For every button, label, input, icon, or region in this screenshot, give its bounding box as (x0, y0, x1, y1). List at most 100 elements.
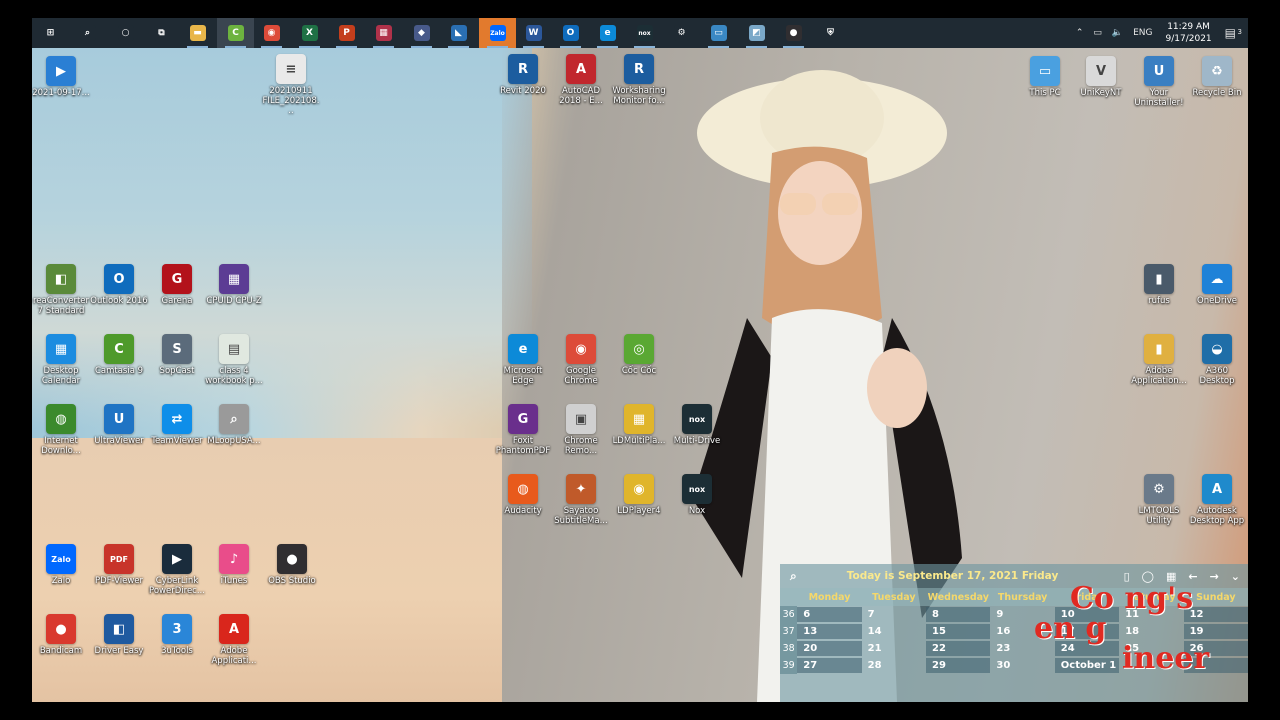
desktop-shortcut-microsoft-edge[interactable]: e Microsoft Edge (494, 334, 552, 386)
calendar-date-cell[interactable]: 15 (926, 624, 991, 639)
desktop-shortcut-label: Microsoft Edge (503, 366, 543, 386)
desktop-shortcut-worksharing-monitor[interactable]: R Worksharing Monitor fo... (610, 54, 668, 106)
desktop-shortcut-excel-workbook[interactable]: ▤ class 4 workbook p... (205, 334, 263, 386)
desktop-shortcut-coc-coc[interactable]: ◎ Cốc Cốc (610, 334, 668, 376)
desktop-shortcut-lmtools[interactable]: ⚙ LMTOOLS Utility (1130, 474, 1188, 526)
taskbar-zalo-button[interactable]: Zalo (479, 18, 516, 48)
desktop-shortcut-bandicam[interactable]: ● Bandicam (32, 614, 90, 656)
desktop-shortcut-autocad[interactable]: A AutoCAD 2018 - E... (552, 54, 610, 106)
desktop-shortcut-multi-drive[interactable]: nox Multi-Drive (668, 404, 726, 446)
desktop-shortcut-cyberlink[interactable]: ▶ CyberLink PowerDirec... (148, 544, 206, 596)
calendar-date-cell[interactable]: 6 (797, 607, 862, 622)
calendar-date-cell[interactable]: 22 (926, 641, 991, 656)
desktop-shortcut-obs-studio[interactable]: ● OBS Studio (263, 544, 321, 586)
calendar-date-cell[interactable]: 8 (926, 607, 991, 622)
calendar-search-icon[interactable]: ⌕ (780, 569, 807, 584)
desktop-shortcut-cpuid[interactable]: ▦ CPUID CPU-Z (205, 264, 263, 306)
recycle-bin-icon: ♻ (1202, 56, 1232, 86)
desktop-shortcut-pdf-viewer[interactable]: PDF PDF-Viewer (90, 544, 148, 586)
desktop-shortcut-foxit-phantompdf[interactable]: G Foxit PhantomPDF (494, 404, 552, 456)
desktop-shortcut-ultraviewer[interactable]: U UltraViewer (90, 404, 148, 446)
desktop-shortcut-reaconverter[interactable]: ◧ reaConverter 7 Standard (32, 264, 90, 316)
desktop-shortcut-a360-desktop[interactable]: ◒ A360 Desktop (1188, 334, 1246, 386)
calendar-date-cell[interactable]: 21 (862, 641, 926, 656)
volume-icon[interactable]: 🔈 (1107, 28, 1128, 38)
notifications-icon[interactable]: ▤ 3 (1220, 26, 1248, 40)
desktop-shortcut-this-pc[interactable]: ▭ This PC (1016, 56, 1074, 98)
desktop-shortcut-idm[interactable]: ◍ Internet Downlo... (32, 404, 90, 456)
desktop-shortcut-garena[interactable]: G Garena (148, 264, 206, 306)
desktop-shortcut-ldmultiplayer[interactable]: ▦ LDMultiPla... (610, 404, 668, 446)
taskbar-powerpoint-button[interactable]: P (328, 18, 365, 48)
desktop-shortcut-driver-easy[interactable]: ◧ Driver Easy (90, 614, 148, 656)
desktop-shortcut-desktop-calendar[interactable]: ▦ Desktop Calendar (32, 334, 90, 386)
desktop-shortcut-autodesk-desktop-app[interactable]: A Autodesk Desktop App (1188, 474, 1246, 526)
calendar-date-cell[interactable]: 13 (797, 624, 862, 639)
network-icon[interactable]: ▭ (1088, 28, 1107, 38)
desktop-shortcut-sopcast[interactable]: S SopCast (148, 334, 206, 376)
windows-start-icon: ⊞ (42, 25, 59, 41)
mloopusa-icon: ⌕ (219, 404, 249, 434)
desktop-shortcut-video-file[interactable]: ▶ 2021-09-17... (32, 56, 90, 98)
taskbar-edge-button[interactable]: e (589, 18, 626, 48)
taskbar-app3-button[interactable]: ◣ (440, 18, 477, 48)
cyberlink-icon: ▶ (162, 544, 192, 574)
desktop-shortcut-outlook-2016[interactable]: O Outlook 2016 (90, 264, 148, 306)
taskbar-app4-button[interactable]: ▭ (700, 18, 737, 48)
desktop-shortcut-itunes[interactable]: ♪ iTunes (205, 544, 263, 586)
desktop-shortcut-rufus[interactable]: ▮ rufus (1130, 264, 1188, 306)
week-number: 37 (780, 623, 798, 640)
calendar-date-cell[interactable]: 7 (862, 607, 926, 622)
desktop-shortcut-document-file[interactable]: ≡ 20210911 FILE_202108... (262, 54, 320, 116)
calendar-collapse-icon[interactable]: ⌄ (1231, 570, 1240, 583)
taskbar-obs-button[interactable]: ● (775, 18, 812, 48)
language-indicator[interactable]: ENG (1128, 28, 1157, 38)
taskbar-word-button[interactable]: W (515, 18, 552, 48)
taskbar-settings-gear-button[interactable]: ⚙ (663, 18, 700, 48)
clock[interactable]: 11:29 AM 9/17/2021 (1158, 21, 1220, 45)
taskbar-app5-button[interactable]: ◩ (738, 18, 775, 48)
taskbar-outlook-button[interactable]: O (552, 18, 589, 48)
taskbar-nox-button[interactable]: nox (626, 18, 663, 48)
desktop-shortcut-chrome-remote[interactable]: ▣ Chrome Remo... (552, 404, 610, 456)
taskbar-file-explorer-button[interactable]: ▬ (179, 18, 216, 48)
taskbar-security-shield-button[interactable]: ⛨ (812, 18, 849, 48)
desktop-shortcut-adobe-applicati[interactable]: A Adobe Applicati... (205, 614, 263, 666)
desktop-shortcut-google-chrome[interactable]: ◉ Google Chrome (552, 334, 610, 386)
desktop-shortcut-mloopusa[interactable]: ⌕ MLoopUSA... (205, 404, 263, 446)
calendar-date-cell[interactable]: 29 (926, 658, 991, 673)
desktop-shortcut-sayatoo[interactable]: ✦ Sayatoo SubtitleMa... (552, 474, 610, 526)
desktop-shortcut-your-uninstaller[interactable]: U Your Uninstaller! (1130, 56, 1188, 108)
desktop-shortcut-onedrive[interactable]: ☁ OneDrive (1188, 264, 1246, 306)
desktop-shortcut-recycle-bin[interactable]: ♻ Recycle Bin (1188, 56, 1246, 98)
desktop-shortcut-3utools[interactable]: 3 3uTools (148, 614, 206, 656)
desktop-shortcut-ldplayer[interactable]: ◉ LDPlayer4 (610, 474, 668, 516)
calendar-date-cell[interactable]: 14 (862, 624, 926, 639)
running-indicator (225, 46, 246, 48)
taskbar-chrome-button[interactable]: ◉ (253, 18, 290, 48)
taskbar-app2-button[interactable]: ◆ (403, 18, 440, 48)
desktop-shortcut-zalo-desktop[interactable]: Zalo Zalo (32, 544, 90, 586)
desktop-shortcut-nox-desktop[interactable]: nox Nox (668, 474, 726, 516)
calendar-date-cell[interactable]: 27 (797, 658, 862, 673)
desktop-shortcut-revit[interactable]: R Revit 2020 (494, 54, 552, 96)
desktop-shortcut-unikey[interactable]: V UniKeyNT (1072, 56, 1130, 98)
taskbar-cortana-button[interactable]: ○ (107, 18, 144, 48)
taskbar-app-button[interactable]: ▦ (365, 18, 402, 48)
taskbar-excel-button[interactable]: X (291, 18, 328, 48)
tray-chevron-icon[interactable]: ⌃ (1071, 28, 1089, 38)
desktop-shortcut-adobe-application[interactable]: ▮ Adobe Application... (1130, 334, 1188, 386)
calendar-date-cell[interactable]: 28 (862, 658, 926, 673)
desktop-shortcut-audacity[interactable]: ◍ Audacity (494, 474, 552, 516)
desktop-shortcut-teamviewer[interactable]: ⇄ TeamViewer (148, 404, 206, 446)
desktop-shortcut-label: Your Uninstaller! (1134, 88, 1184, 108)
desktop-shortcut-label: LDMultiPla... (612, 436, 666, 446)
calendar-date-cell[interactable]: 20 (797, 641, 862, 656)
desktop-shortcut-camtasia-9[interactable]: C Camtasia 9 (90, 334, 148, 376)
watermark-line2: en g (1034, 611, 1107, 646)
taskbar-windows-start-button[interactable]: ⊞ (32, 18, 69, 48)
taskbar-search-button[interactable]: ⌕ (69, 18, 106, 48)
calendar-next-icon[interactable]: → (1210, 570, 1219, 583)
taskbar-task-view-button[interactable]: ⧉ (143, 18, 180, 48)
taskbar-camtasia-button[interactable]: C (217, 18, 254, 48)
